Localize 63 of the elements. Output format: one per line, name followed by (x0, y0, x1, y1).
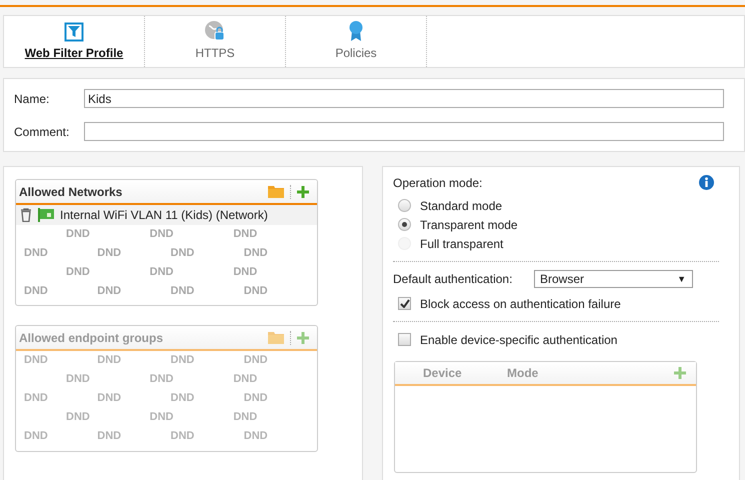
dnd-watermark: DND (66, 227, 91, 242)
dnd-watermark: DND (244, 391, 269, 406)
list-title: Allowed Networks (19, 184, 124, 198)
dnd-watermark: DND (97, 353, 122, 368)
dnd-watermark: DND (170, 284, 196, 299)
trash-icon[interactable] (20, 208, 32, 222)
radio-option[interactable]: Transparent mode (393, 215, 719, 234)
dnd-watermark: DND (66, 372, 91, 387)
checkbox-option[interactable]: Block access on authentication failure (393, 294, 719, 313)
dnd-watermark: DND (233, 410, 258, 425)
dnd-watermark: DND (170, 429, 196, 444)
add-icon[interactable] (297, 186, 309, 198)
ribbon-icon (348, 20, 364, 42)
checkbox-option[interactable]: Enable device-specific authentication (393, 330, 719, 349)
tab[interactable]: HTTPS (145, 16, 286, 67)
folder-icon[interactable] (268, 185, 284, 198)
column-header: Mode (507, 366, 540, 380)
dnd-watermark: DND (24, 429, 49, 444)
dnd-watermark: DND (233, 227, 258, 242)
field-label: Default authentication: (393, 272, 514, 286)
dnd-watermark: DND (244, 246, 269, 261)
dnd-watermark: DND (24, 353, 49, 368)
dnd-watermark: DND (97, 246, 122, 261)
comment-field[interactable] (84, 122, 724, 141)
name-field[interactable]: Kids (84, 89, 724, 108)
field-label: Comment: (14, 124, 70, 138)
dnd-watermark: DND (97, 391, 122, 406)
tab[interactable]: Policies (286, 16, 427, 67)
tab[interactable]: Web Filter Profile (4, 16, 145, 67)
dnd-watermark: DND (170, 353, 196, 368)
checkbox[interactable] (398, 297, 411, 310)
checkbox[interactable] (398, 333, 411, 346)
dnd-watermark: DND (24, 391, 49, 406)
dnd-watermark: DND (170, 391, 196, 406)
column-header: Device (423, 366, 463, 380)
radio-button[interactable] (398, 199, 411, 212)
dnd-watermark: DND (233, 265, 258, 280)
field-label: Name: (14, 92, 50, 106)
section-label: Operation mode: (393, 176, 482, 190)
radio-option[interactable]: Standard mode (393, 196, 719, 215)
dnd-watermark: DND (150, 265, 175, 280)
dnd-watermark: DND (150, 410, 175, 425)
dnd-watermark: DND (233, 372, 258, 387)
globe-lock-icon (204, 20, 226, 42)
dnd-watermark: DND (170, 246, 196, 261)
authentication-dropdown[interactable]: Browser ▼ (534, 270, 693, 288)
dnd-watermark: DND (150, 372, 175, 387)
list-item[interactable]: Internal WiFi VLAN 11 (Kids) (Network) (16, 205, 317, 225)
dnd-watermark: DND (244, 353, 269, 368)
list-title: Allowed endpoint groups (19, 330, 164, 344)
info-icon[interactable] (699, 175, 714, 190)
flag-icon (38, 208, 54, 222)
dnd-watermark: DND (24, 284, 49, 299)
filter-icon (64, 22, 84, 42)
dnd-watermark: DND (150, 227, 175, 242)
radio-button[interactable] (398, 218, 411, 231)
dnd-watermark: DND (244, 284, 269, 299)
dnd-watermark: DND (24, 246, 49, 261)
dnd-watermark: DND (244, 429, 269, 444)
dnd-watermark: DND (66, 410, 91, 425)
dnd-watermark: DND (97, 284, 122, 299)
dnd-watermark: DND (66, 265, 91, 280)
dnd-watermark: DND (97, 429, 122, 444)
